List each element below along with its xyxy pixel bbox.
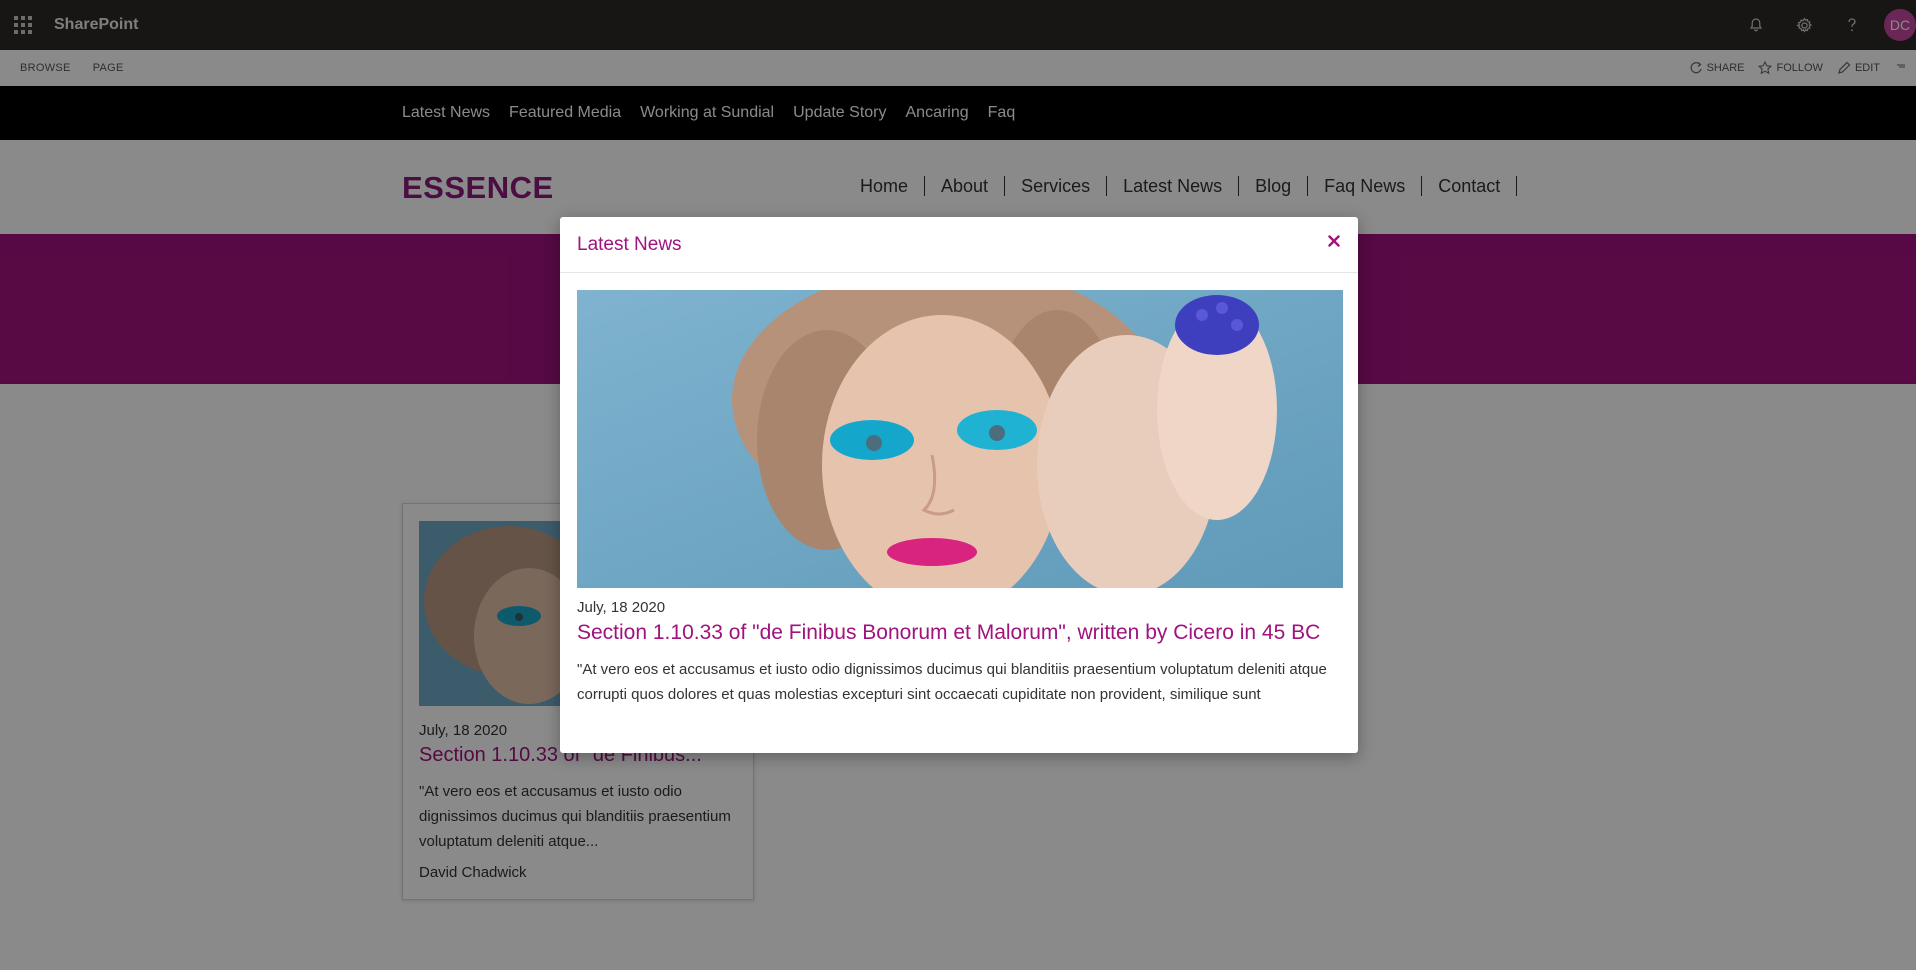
modal-body-text: "At vero eos et accusamus et iusto odio … — [577, 661, 1327, 703]
modal-headline: Section 1.10.33 of "de Finibus Bonorum e… — [577, 621, 1321, 644]
modal-date: July, 18 2020 — [577, 599, 666, 616]
modal-header: Latest News — [560, 217, 1358, 273]
modal-title: Latest News — [577, 234, 682, 255]
news-modal: Latest News July, 18 2020 Section 1.10.3… — [560, 217, 1358, 753]
modal-hero-image — [577, 290, 1343, 588]
close-button[interactable] — [1324, 231, 1344, 251]
close-icon — [1328, 235, 1340, 247]
